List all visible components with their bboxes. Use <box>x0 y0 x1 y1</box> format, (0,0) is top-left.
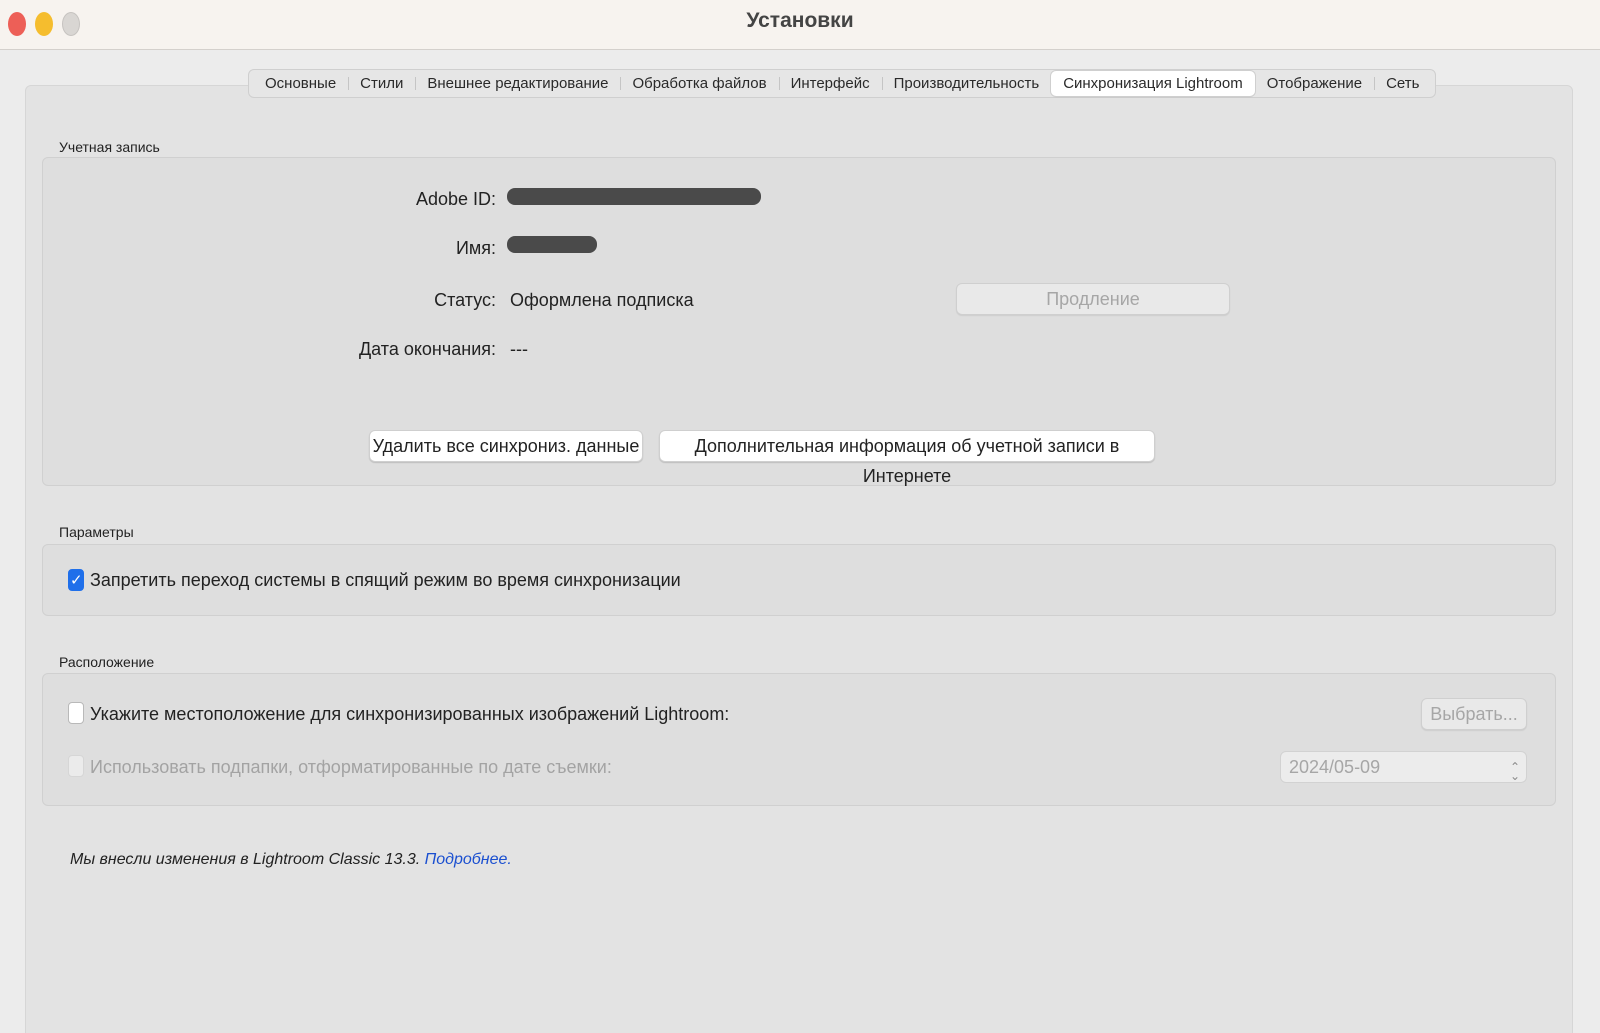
prevent-sleep-label: Запретить переход системы в спящий режим… <box>90 570 681 590</box>
location-group-label: Расположение <box>59 654 155 670</box>
account-group-label: Учетная запись <box>59 139 160 155</box>
tab-external-editing[interactable]: Внешнее редактирование <box>415 71 620 96</box>
date-format-select[interactable]: 2024/05-09 ⌃ ⌄ <box>1280 751 1527 783</box>
updown-chevron-icon: ⌃ ⌄ <box>1509 760 1520 783</box>
specify-location-checkbox[interactable] <box>68 702 84 724</box>
name-label: Имя: <box>455 238 496 258</box>
changes-note: Мы внесли изменения в Lightroom Classic … <box>70 851 512 869</box>
tab-file-handling[interactable]: Обработка файлов <box>620 71 778 96</box>
tab-lightroom-sync[interactable]: Синхронизация Lightroom <box>1051 71 1255 96</box>
location-group-box <box>42 673 1556 806</box>
tab-display[interactable]: Отображение <box>1255 71 1374 96</box>
prevent-sleep-checkbox[interactable] <box>68 569 84 591</box>
title-bar: Установки <box>0 0 1600 50</box>
tab-interface[interactable]: Интерфейс <box>778 71 882 96</box>
subfolders-checkbox[interactable] <box>68 755 84 777</box>
subfolders-label: Использовать подпапки, отформатированные… <box>90 757 612 777</box>
tab-general[interactable]: Основные <box>253 71 348 96</box>
delete-sync-data-button[interactable]: Удалить все синхрониз. данные <box>369 430 643 462</box>
name-value-redacted <box>507 236 597 253</box>
tab-presets[interactable]: Стили <box>348 71 415 96</box>
status-value: Оформлена подписка <box>510 290 694 310</box>
changes-note-text: Мы внесли изменения в Lightroom Classic … <box>70 851 421 868</box>
adobe-id-label: Adobe ID: <box>415 189 496 209</box>
more-info-link[interactable]: Подробнее. <box>425 851 512 868</box>
window-title: Установки <box>746 9 854 32</box>
account-info-online-button[interactable]: Дополнительная информация об учетной зап… <box>659 430 1155 486</box>
tab-performance[interactable]: Производительность <box>881 71 1052 96</box>
specify-location-label: Укажите местоположение для синхронизиров… <box>90 704 730 724</box>
adobe-id-value-redacted <box>507 188 761 205</box>
date-format-value: 2024/05-09 <box>1289 757 1381 777</box>
renew-button[interactable]: Продление <box>956 283 1230 315</box>
expiry-label: Дата окончания: <box>358 339 496 359</box>
choose-folder-button[interactable]: Выбрать... <box>1421 698 1527 730</box>
params-group-label: Параметры <box>59 524 134 540</box>
expiry-value: --- <box>510 339 528 359</box>
tab-network[interactable]: Сеть <box>1374 71 1431 96</box>
status-label: Статус: <box>434 290 496 310</box>
tab-bar: Основные Стили Внешнее редактирование Об… <box>248 69 1437 98</box>
